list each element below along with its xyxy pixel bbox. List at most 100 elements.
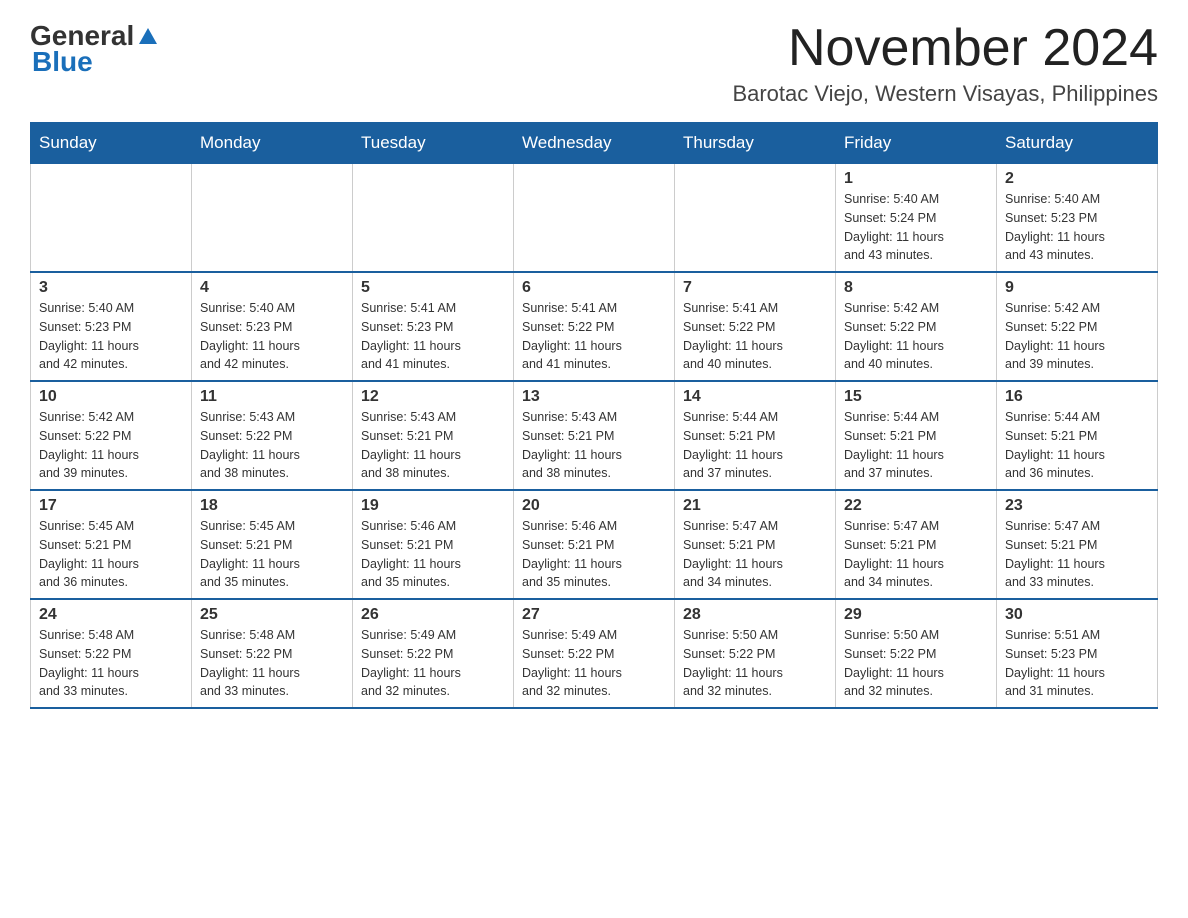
calendar-cell: 30 Sunrise: 5:51 AMSunset: 5:23 PMDayligh…	[997, 599, 1158, 708]
day-number: 2	[1005, 170, 1149, 188]
calendar-cell: 15 Sunrise: 5:44 AMSunset: 5:21 PMDayligh…	[836, 381, 997, 490]
calendar-header: Sunday Monday Tuesday Wednesday Thursday…	[31, 123, 1158, 164]
calendar-table: Sunday Monday Tuesday Wednesday Thursday…	[30, 122, 1158, 709]
logo-blue-text: Blue	[32, 46, 159, 78]
day-info: Sunrise: 5:50 AMSunset: 5:22 PMDaylight:…	[844, 626, 988, 701]
page-header: General Blue November 2024 Barotac Viejo…	[30, 20, 1158, 107]
calendar-cell: 18 Sunrise: 5:45 AMSunset: 5:21 PMDayligh…	[192, 490, 353, 599]
calendar-week-2: 3 Sunrise: 5:40 AMSunset: 5:23 PMDaylight…	[31, 272, 1158, 381]
calendar-cell: 21 Sunrise: 5:47 AMSunset: 5:21 PMDayligh…	[675, 490, 836, 599]
logo-triangle-icon	[137, 26, 159, 48]
day-info: Sunrise: 5:44 AMSunset: 5:21 PMDaylight:…	[683, 408, 827, 483]
day-info: Sunrise: 5:41 AMSunset: 5:23 PMDaylight:…	[361, 299, 505, 374]
day-number: 24	[39, 606, 183, 624]
day-info: Sunrise: 5:45 AMSunset: 5:21 PMDaylight:…	[200, 517, 344, 592]
day-number: 23	[1005, 497, 1149, 515]
day-number: 28	[683, 606, 827, 624]
header-sunday: Sunday	[31, 123, 192, 164]
day-info: Sunrise: 5:51 AMSunset: 5:23 PMDaylight:…	[1005, 626, 1149, 701]
calendar-cell: 5 Sunrise: 5:41 AMSunset: 5:23 PMDaylight…	[353, 272, 514, 381]
calendar-cell	[31, 164, 192, 273]
day-number: 30	[1005, 606, 1149, 624]
calendar-cell: 7Sunrise: 5:41 AMSunset: 5:22 PMDaylight…	[675, 272, 836, 381]
day-info: Sunrise: 5:41 AMSunset: 5:22 PMDaylight:…	[522, 299, 666, 374]
day-number: 1	[844, 170, 988, 188]
calendar-cell	[353, 164, 514, 273]
day-number: 17	[39, 497, 183, 515]
calendar-cell	[675, 164, 836, 273]
calendar-cell: 16 Sunrise: 5:44 AMSunset: 5:21 PMDayligh…	[997, 381, 1158, 490]
day-info: Sunrise: 5:44 AMSunset: 5:21 PMDaylight:…	[1005, 408, 1149, 483]
day-number: 20	[522, 497, 666, 515]
header-saturday: Saturday	[997, 123, 1158, 164]
day-info: Sunrise: 5:42 AMSunset: 5:22 PMDaylight:…	[1005, 299, 1149, 374]
calendar-cell: 25Sunrise: 5:48 AMSunset: 5:22 PMDayligh…	[192, 599, 353, 708]
day-info: Sunrise: 5:47 AMSunset: 5:21 PMDaylight:…	[683, 517, 827, 592]
header-monday: Monday	[192, 123, 353, 164]
day-number: 15	[844, 388, 988, 406]
calendar-cell: 24Sunrise: 5:48 AMSunset: 5:22 PMDayligh…	[31, 599, 192, 708]
calendar-cell: 13Sunrise: 5:43 AMSunset: 5:21 PMDayligh…	[514, 381, 675, 490]
main-title: November 2024	[732, 20, 1158, 77]
header-friday: Friday	[836, 123, 997, 164]
day-number: 27	[522, 606, 666, 624]
calendar-cell: 1 Sunrise: 5:40 AMSunset: 5:24 PMDaylight…	[836, 164, 997, 273]
logo: General Blue	[30, 20, 159, 78]
calendar-cell: 4Sunrise: 5:40 AMSunset: 5:23 PMDaylight…	[192, 272, 353, 381]
calendar-cell: 22 Sunrise: 5:47 AMSunset: 5:21 PMDayligh…	[836, 490, 997, 599]
day-info: Sunrise: 5:50 AMSunset: 5:22 PMDaylight:…	[683, 626, 827, 701]
day-number: 7	[683, 279, 827, 297]
day-number: 12	[361, 388, 505, 406]
calendar-cell: 17 Sunrise: 5:45 AMSunset: 5:21 PMDayligh…	[31, 490, 192, 599]
calendar-week-3: 10Sunrise: 5:42 AMSunset: 5:22 PMDayligh…	[31, 381, 1158, 490]
calendar-week-5: 24Sunrise: 5:48 AMSunset: 5:22 PMDayligh…	[31, 599, 1158, 708]
calendar-cell: 10Sunrise: 5:42 AMSunset: 5:22 PMDayligh…	[31, 381, 192, 490]
day-number: 18	[200, 497, 344, 515]
day-number: 22	[844, 497, 988, 515]
day-number: 5	[361, 279, 505, 297]
calendar-cell: 8Sunrise: 5:42 AMSunset: 5:22 PMDaylight…	[836, 272, 997, 381]
day-info: Sunrise: 5:40 AMSunset: 5:23 PMDaylight:…	[1005, 190, 1149, 265]
calendar-cell: 9 Sunrise: 5:42 AMSunset: 5:22 PMDaylight…	[997, 272, 1158, 381]
header-thursday: Thursday	[675, 123, 836, 164]
day-info: Sunrise: 5:44 AMSunset: 5:21 PMDaylight:…	[844, 408, 988, 483]
day-number: 29	[844, 606, 988, 624]
calendar-cell: 6 Sunrise: 5:41 AMSunset: 5:22 PMDaylight…	[514, 272, 675, 381]
day-info: Sunrise: 5:49 AMSunset: 5:22 PMDaylight:…	[522, 626, 666, 701]
day-info: Sunrise: 5:49 AMSunset: 5:22 PMDaylight:…	[361, 626, 505, 701]
calendar-cell: 3 Sunrise: 5:40 AMSunset: 5:23 PMDaylight…	[31, 272, 192, 381]
day-number: 11	[200, 388, 344, 406]
calendar-cell: 2 Sunrise: 5:40 AMSunset: 5:23 PMDaylight…	[997, 164, 1158, 273]
day-info: Sunrise: 5:40 AMSunset: 5:23 PMDaylight:…	[39, 299, 183, 374]
calendar-cell: 23Sunrise: 5:47 AMSunset: 5:21 PMDayligh…	[997, 490, 1158, 599]
day-info: Sunrise: 5:40 AMSunset: 5:24 PMDaylight:…	[844, 190, 988, 265]
day-number: 21	[683, 497, 827, 515]
day-number: 8	[844, 279, 988, 297]
day-info: Sunrise: 5:47 AMSunset: 5:21 PMDaylight:…	[844, 517, 988, 592]
day-info: Sunrise: 5:40 AMSunset: 5:23 PMDaylight:…	[200, 299, 344, 374]
header-tuesday: Tuesday	[353, 123, 514, 164]
day-number: 25	[200, 606, 344, 624]
day-number: 13	[522, 388, 666, 406]
day-info: Sunrise: 5:45 AMSunset: 5:21 PMDaylight:…	[39, 517, 183, 592]
day-info: Sunrise: 5:46 AMSunset: 5:21 PMDaylight:…	[522, 517, 666, 592]
calendar-cell: 14 Sunrise: 5:44 AMSunset: 5:21 PMDayligh…	[675, 381, 836, 490]
day-number: 6	[522, 279, 666, 297]
day-info: Sunrise: 5:46 AMSunset: 5:21 PMDaylight:…	[361, 517, 505, 592]
calendar-cell: 28 Sunrise: 5:50 AMSunset: 5:22 PMDayligh…	[675, 599, 836, 708]
calendar-cell: 26 Sunrise: 5:49 AMSunset: 5:22 PMDayligh…	[353, 599, 514, 708]
calendar-cell: 29 Sunrise: 5:50 AMSunset: 5:22 PMDayligh…	[836, 599, 997, 708]
calendar-cell: 19Sunrise: 5:46 AMSunset: 5:21 PMDayligh…	[353, 490, 514, 599]
calendar-cell: 27 Sunrise: 5:49 AMSunset: 5:22 PMDayligh…	[514, 599, 675, 708]
day-number: 3	[39, 279, 183, 297]
header-wednesday: Wednesday	[514, 123, 675, 164]
title-area: November 2024 Barotac Viejo, Western Vis…	[732, 20, 1158, 107]
day-number: 26	[361, 606, 505, 624]
calendar-cell: 11Sunrise: 5:43 AMSunset: 5:22 PMDayligh…	[192, 381, 353, 490]
day-number: 14	[683, 388, 827, 406]
day-info: Sunrise: 5:42 AMSunset: 5:22 PMDaylight:…	[39, 408, 183, 483]
calendar-cell	[514, 164, 675, 273]
day-header-row: Sunday Monday Tuesday Wednesday Thursday…	[31, 123, 1158, 164]
day-number: 16	[1005, 388, 1149, 406]
day-number: 9	[1005, 279, 1149, 297]
